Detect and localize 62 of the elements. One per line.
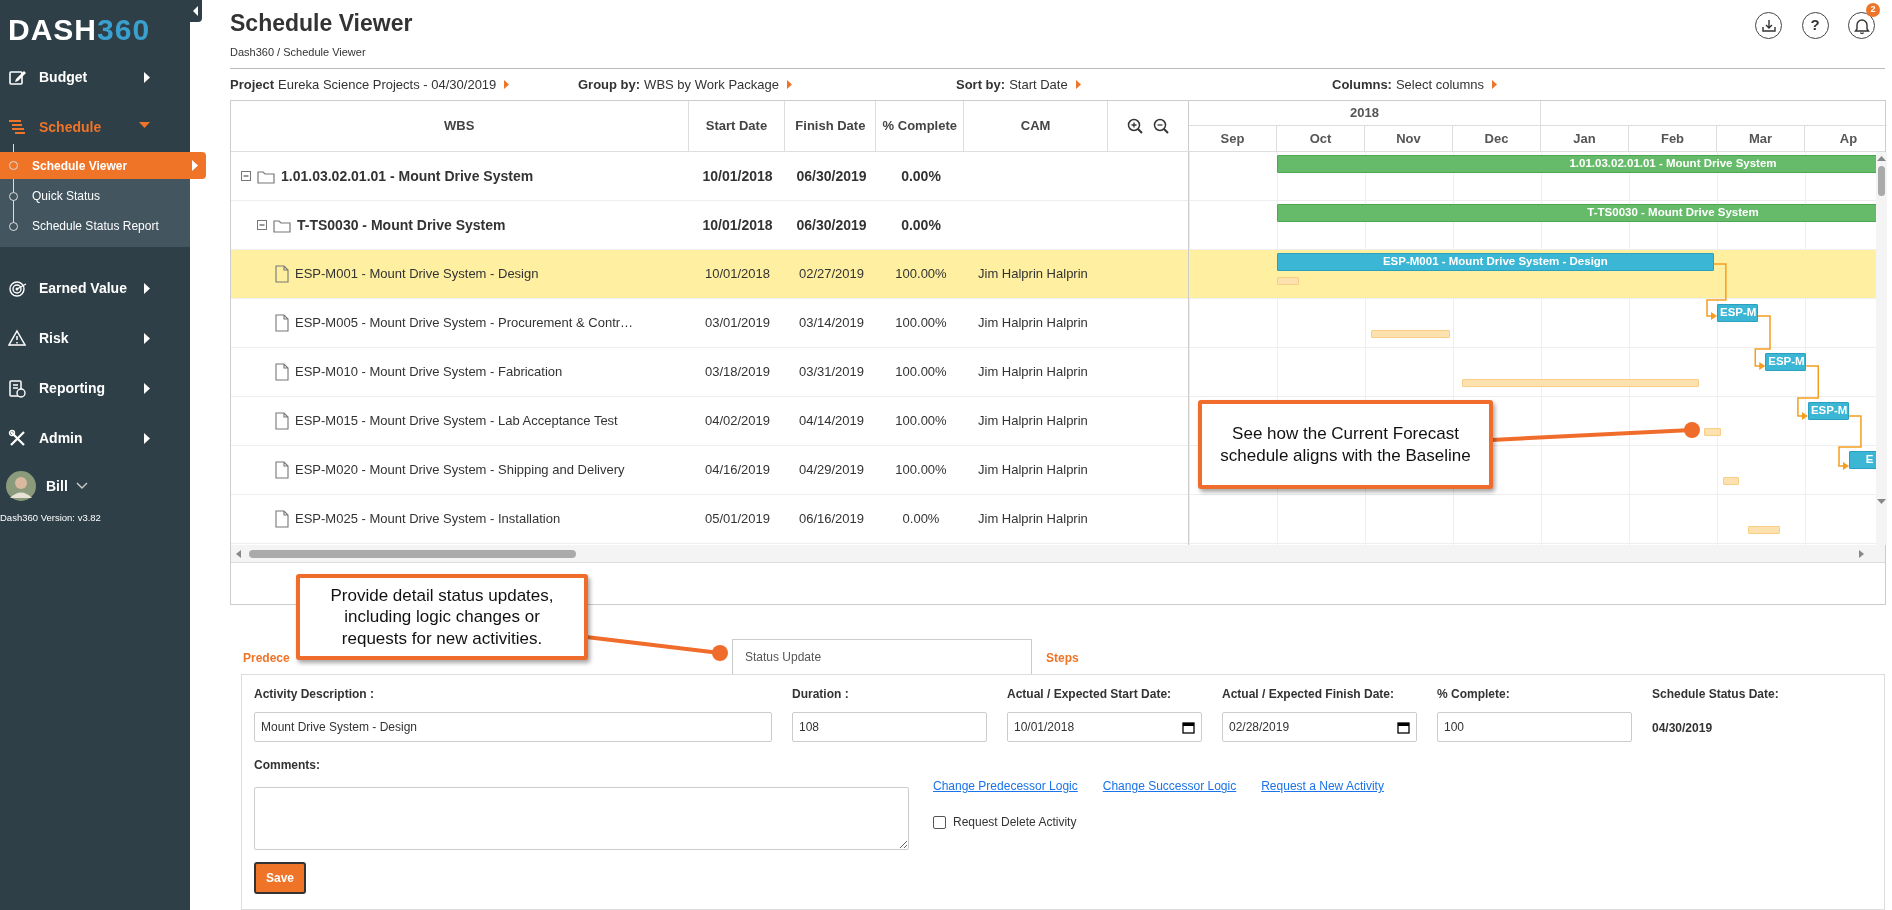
field-label: Actual / Expected Start Date: bbox=[1007, 686, 1173, 703]
table-cell-text: 10/01/2018 bbox=[704, 265, 771, 284]
field-label: Activity Description : bbox=[254, 686, 376, 703]
cam-cell-text: Jim Halprin Halprin bbox=[978, 461, 1088, 480]
field-label: Actual / Expected Finish Date: bbox=[1222, 686, 1396, 703]
table-cell-text: 100.00% bbox=[895, 314, 947, 333]
wbs-cell-text: T-TS0030 - Mount Drive System bbox=[297, 215, 506, 235]
field-label: Schedule Status Date: bbox=[1652, 686, 1780, 703]
table-cell-text: 03/31/2019 bbox=[798, 363, 865, 382]
wbs-cell-text: ESP-M005 - Mount Drive System - Procurement & Contr… bbox=[295, 314, 634, 333]
wbs-cell-text: 1.01.03.02.01.01 - Mount Drive System bbox=[281, 166, 534, 186]
table-cell-text: 06/30/2019 bbox=[796, 166, 867, 186]
cam-cell-text: Jim Halprin Halprin bbox=[978, 314, 1088, 333]
table-cell-text: 04/02/2019 bbox=[704, 412, 771, 431]
month-header: Nov bbox=[1365, 126, 1453, 151]
year-header: 2018 bbox=[1189, 101, 1541, 125]
table-cell-text: 100.00% bbox=[895, 412, 947, 431]
notification-badge: 2 bbox=[1866, 3, 1880, 17]
page-title: Schedule Viewer bbox=[230, 10, 414, 38]
table-cell-text: 03/18/2019 bbox=[704, 363, 771, 382]
table-cell-text: 100.00% bbox=[895, 363, 947, 382]
status-date-text: 04/30/2019 bbox=[1652, 720, 1714, 737]
wbs-cell-text: ESP-M020 - Mount Drive System - Shipping and Delivery bbox=[295, 461, 625, 480]
month-header: Feb bbox=[1629, 126, 1717, 151]
table-cell-text: 04/16/2019 bbox=[704, 461, 771, 480]
table-cell-text: 06/16/2019 bbox=[798, 510, 865, 529]
callout: See how the Current Forecast schedule aligns with the Baseline bbox=[1198, 400, 1493, 489]
table-cell-text: 03/01/2019 bbox=[704, 314, 771, 333]
cam-cell-text: Jim Halprin Halprin bbox=[978, 363, 1088, 382]
month-header: Oct bbox=[1277, 126, 1365, 151]
callout: Provide detail status updates, including logic changes or requests for new activities. bbox=[296, 574, 588, 660]
month-header: Ap bbox=[1805, 126, 1887, 151]
table-cell-text: 03/14/2019 bbox=[798, 314, 865, 333]
wbs-cell-text: ESP-M010 - Mount Drive System - Fabrication bbox=[295, 363, 563, 382]
table-cell-text: 10/01/2018 bbox=[702, 166, 773, 186]
table-cell-text: 04/14/2019 bbox=[798, 412, 865, 431]
table-cell-text: 0.00% bbox=[901, 215, 941, 235]
field-label: % Complete: bbox=[1437, 686, 1511, 703]
table-cell-text: 0.00% bbox=[902, 510, 940, 529]
version-text: Dash360 Version: v3.82 bbox=[0, 511, 102, 525]
table-cell-text: 0.00% bbox=[901, 166, 941, 186]
breadcrumb: Dash360 / Schedule Viewer bbox=[230, 44, 367, 60]
table-cell-text: 05/01/2019 bbox=[704, 510, 771, 529]
table-cell-text: 100.00% bbox=[895, 265, 947, 284]
table-cell-text: 06/30/2019 bbox=[796, 215, 867, 235]
table-cell-text: 10/01/2018 bbox=[702, 215, 773, 235]
cam-cell-text: Jim Halprin Halprin bbox=[978, 510, 1088, 529]
wbs-cell-text: ESP-M001 - Mount Drive System - Design bbox=[295, 265, 539, 284]
field-label: Duration : bbox=[792, 686, 850, 703]
cam-cell-text: Jim Halprin Halprin bbox=[978, 412, 1088, 431]
field-label: Comments: bbox=[254, 757, 321, 774]
table-cell-text: 04/29/2019 bbox=[798, 461, 865, 480]
wbs-cell-text: ESP-M015 - Mount Drive System - Lab Acceptance Test bbox=[295, 412, 618, 431]
wbs-cell-text: ESP-M025 - Mount Drive System - Installation bbox=[295, 510, 561, 529]
month-header: Mar bbox=[1717, 126, 1805, 151]
month-header: Jan bbox=[1541, 126, 1629, 151]
cam-cell-text: Jim Halprin Halprin bbox=[978, 265, 1088, 284]
table-cell-text: 100.00% bbox=[895, 461, 947, 480]
month-header: Dec bbox=[1453, 126, 1541, 151]
table-cell-text: 02/27/2019 bbox=[798, 265, 865, 284]
month-header: Sep bbox=[1189, 126, 1277, 151]
logo: DASH360 bbox=[7, 11, 152, 48]
